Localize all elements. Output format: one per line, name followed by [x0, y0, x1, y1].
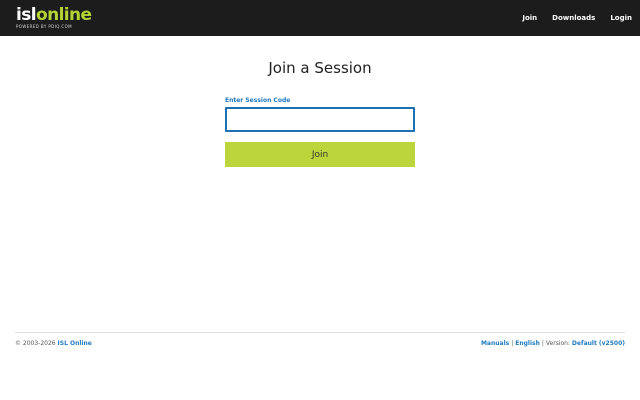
- logo-wordmark: islonline: [16, 5, 92, 25]
- main-nav: Join Downloads Login: [507, 0, 632, 36]
- company-link[interactable]: ISL Online: [58, 340, 92, 347]
- top-navigation-bar: islonline POWERED BY PDIQ.COM Join Downl…: [0, 0, 640, 36]
- footer-copyright: © 2003-2026 ISL Online: [15, 340, 92, 347]
- nav-downloads-link[interactable]: Downloads: [552, 14, 595, 22]
- footer-links: Manuals | English | Version: Default (v2500): [481, 340, 625, 347]
- session-code-label: Enter Session Code: [225, 97, 291, 104]
- version-label: Version:: [545, 340, 570, 347]
- session-code-input[interactable]: [225, 107, 415, 132]
- nav-login-link[interactable]: Login: [610, 14, 632, 22]
- copyright-text: © 2003-2026: [15, 340, 56, 347]
- manuals-link[interactable]: Manuals: [481, 340, 509, 347]
- language-link[interactable]: English: [515, 340, 540, 347]
- nav-join-link[interactable]: Join: [522, 14, 537, 22]
- logo-tagline: POWERED BY PDIQ.COM: [16, 24, 73, 29]
- logo-online-text: online: [35, 5, 92, 25]
- join-button[interactable]: Join: [225, 142, 415, 167]
- version-link[interactable]: Default (v2500): [572, 340, 625, 347]
- page-title: Join a Session: [268, 59, 372, 77]
- footer-divider: [15, 332, 625, 333]
- logo-isl-text: isl: [16, 5, 37, 25]
- isl-online-logo[interactable]: islonline POWERED BY PDIQ.COM: [16, 0, 92, 36]
